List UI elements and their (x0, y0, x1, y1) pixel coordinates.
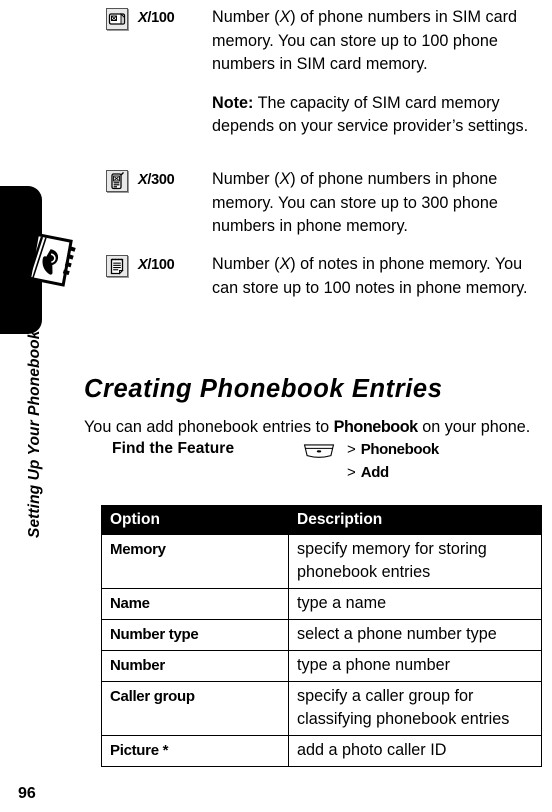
sim-card-icon (106, 8, 128, 30)
find-the-feature-steps: > Phonebook > Add (347, 438, 439, 484)
menu-step-term: Phonebook (360, 441, 439, 458)
definition-counter: X/300 (138, 170, 175, 190)
definition-body-variable: X (279, 255, 291, 273)
definition-text-cell: Number (X) of notes in phone memory. You… (212, 253, 552, 300)
table-row: Caller group specify a caller group for … (101, 681, 542, 736)
cell-description: select a phone number type (288, 619, 542, 651)
definition-counter: X/100 (138, 8, 175, 28)
definition-note: Note: The capacity of SIM card memory de… (212, 92, 542, 139)
counter-variable: X (138, 10, 148, 26)
chapter-running-title: Setting Up Your Phonebook (26, 330, 43, 538)
definition-icon-cell: X/300 (0, 168, 212, 192)
table-row: Memory specify memory for storing phoneb… (101, 534, 542, 589)
cell-description: type a phone number (288, 650, 542, 682)
options-table: Option Description Memory specify memory… (101, 505, 542, 767)
definition-body: Number (X) of phone numbers in SIM card … (212, 6, 542, 77)
note-label: Note: (212, 93, 254, 112)
definition-body-variable: X (279, 170, 291, 188)
table-header-row: Option Description (101, 505, 542, 535)
intro-term-phonebook: Phonebook (333, 418, 419, 437)
cell-description: specify a caller group for classifying p… (288, 681, 542, 736)
definition-text-cell: Number (X) of phone numbers in phone mem… (212, 168, 552, 239)
cell-option: Caller group (101, 681, 289, 736)
menu-key-icon (302, 442, 336, 459)
section-heading: Creating Phonebook Entries (84, 375, 443, 404)
counter-max: /100 (147, 10, 175, 26)
phone-handset-icon (106, 170, 128, 192)
counter-variable: X (138, 172, 148, 188)
counter-max: /300 (147, 172, 175, 188)
menu-step: > Phonebook (347, 438, 439, 461)
notepad-icon (106, 255, 128, 277)
chevron-right-icon: > (347, 464, 356, 481)
definition-icon-cell: X/100 (0, 253, 212, 277)
note-text: The capacity of SIM card memory depends … (212, 93, 529, 136)
table-row: Picture * add a photo caller ID (101, 735, 542, 767)
cell-description: type a name (288, 588, 542, 620)
table-row: Name type a name (101, 588, 542, 620)
cell-option: Picture * (101, 735, 289, 767)
definition-body: Number (X) of phone numbers in phone mem… (212, 168, 542, 239)
table-row: Number type a phone number (101, 650, 542, 682)
find-the-feature-path: > Phonebook > Add (302, 438, 439, 484)
menu-step-term: Add (360, 464, 389, 481)
table-row: Number type select a phone number type (101, 619, 542, 651)
definition-icon-cell: X/100 (0, 6, 212, 30)
cell-description: specify memory for storing phonebook ent… (288, 534, 542, 589)
definition-body-pre: Number ( (212, 8, 280, 26)
counter-variable: X (138, 257, 148, 273)
cell-option: Memory (101, 534, 289, 589)
definition-body: Number (X) of notes in phone memory. You… (212, 253, 542, 300)
definition-text-cell: Number (X) of phone numbers in SIM card … (212, 6, 552, 139)
column-header-description: Description (288, 505, 542, 535)
chevron-right-icon: > (347, 441, 356, 458)
definition-body-variable: X (279, 8, 291, 26)
cell-description: add a photo caller ID (288, 735, 542, 767)
intro-text-post: on your phone. (417, 418, 531, 437)
definition-body-pre: Number ( (212, 170, 280, 188)
column-header-option: Option (101, 505, 289, 535)
definition-row: X/100 Number (X) of phone numbers in SIM… (0, 6, 552, 139)
cell-option: Number type (101, 619, 289, 651)
menu-step: > Add (347, 461, 439, 484)
page-number: 96 (18, 785, 36, 802)
counter-max: /100 (147, 257, 175, 273)
cell-option: Number (101, 650, 289, 682)
find-the-feature-label: Find the Feature (112, 440, 235, 457)
intro-text-pre: You can add phonebook entries to (84, 418, 334, 437)
definition-counter: X/100 (138, 255, 175, 275)
definition-body-pre: Number ( (212, 255, 280, 273)
definition-row: X/300 Number (X) of phone numbers in pho… (0, 168, 552, 239)
definition-row: X/100 Number (X) of notes in phone memor… (0, 253, 552, 300)
section-intro-paragraph: You can add phonebook entries to Phonebo… (84, 416, 552, 439)
cell-option: Name (101, 588, 289, 620)
